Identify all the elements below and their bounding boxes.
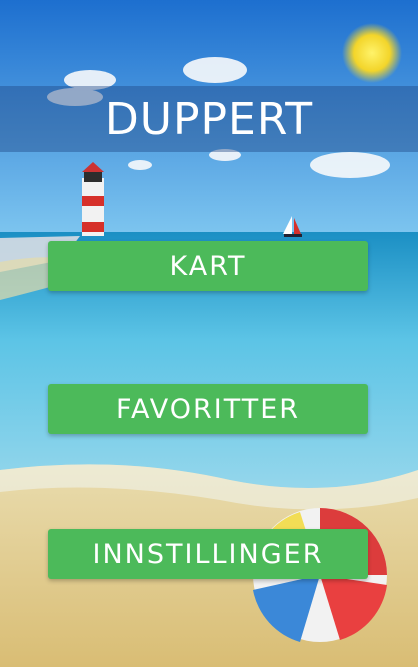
home-screen: DUPPERT KART FAVORITTER INNSTILLINGER — [0, 0, 418, 667]
app-title: DUPPERT — [104, 94, 314, 145]
map-button[interactable]: KART — [48, 241, 368, 291]
sun-icon — [342, 23, 402, 83]
settings-button[interactable]: INNSTILLINGER — [48, 529, 368, 579]
favorites-button[interactable]: FAVORITTER — [48, 384, 368, 434]
lighthouse-icon — [82, 162, 104, 236]
